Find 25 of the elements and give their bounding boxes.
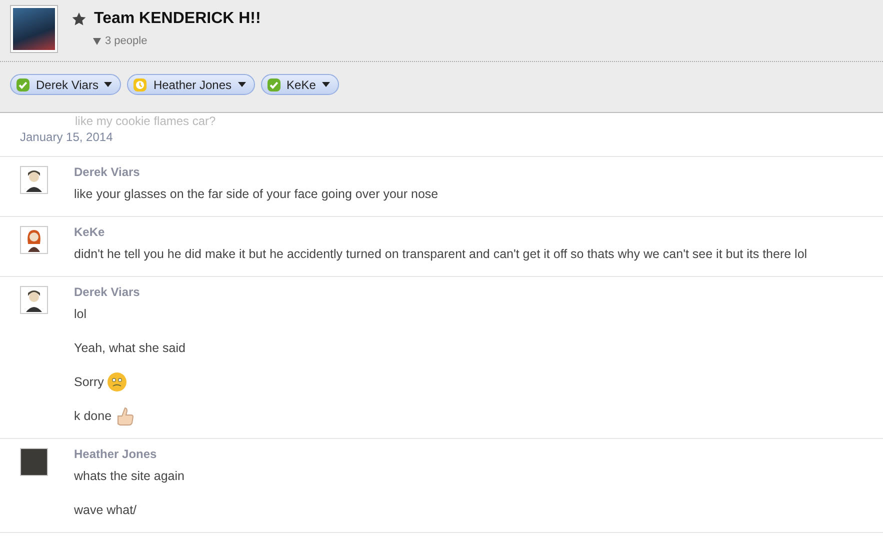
- message-text: k done: [74, 409, 112, 423]
- participant-chip[interactable]: Derek Viars: [10, 74, 122, 95]
- message-text: Sorry: [74, 375, 104, 389]
- people-count[interactable]: 3 people: [105, 35, 148, 47]
- group-picture: [10, 5, 58, 53]
- author-name: Derek Viars: [74, 165, 141, 180]
- message-text: like your glasses on the far side of your face going over your nose: [74, 187, 438, 201]
- message-text: wave what/: [74, 503, 137, 517]
- star-icon[interactable]: [72, 12, 86, 26]
- caret-icon: [322, 82, 330, 87]
- message-text: lol: [74, 307, 87, 321]
- message-text: like my cookie flames car?: [75, 114, 217, 128]
- caret-icon: [238, 82, 246, 87]
- date-label: January 15, 2014: [0, 128, 883, 157]
- participant-chip[interactable]: Heather Jones: [127, 74, 255, 95]
- participant-chip[interactable]: KeKe: [260, 74, 339, 95]
- author-name: Heather Jones: [74, 447, 158, 462]
- chat-title: Team KENDERICK H!!: [94, 10, 261, 28]
- message-text: whats the site again: [74, 469, 184, 483]
- caret-icon: [104, 82, 112, 87]
- message-text: didn't he tell you he did make it but he accidently turned on transparent and can't get it off so thats why we can't see it but its there lol: [74, 247, 808, 261]
- author-name: Derek Viars: [74, 285, 141, 300]
- author-name: KeKe: [74, 225, 106, 240]
- triangle-icon[interactable]: [93, 38, 101, 44]
- message-text: Yeah, what she said: [74, 341, 186, 355]
